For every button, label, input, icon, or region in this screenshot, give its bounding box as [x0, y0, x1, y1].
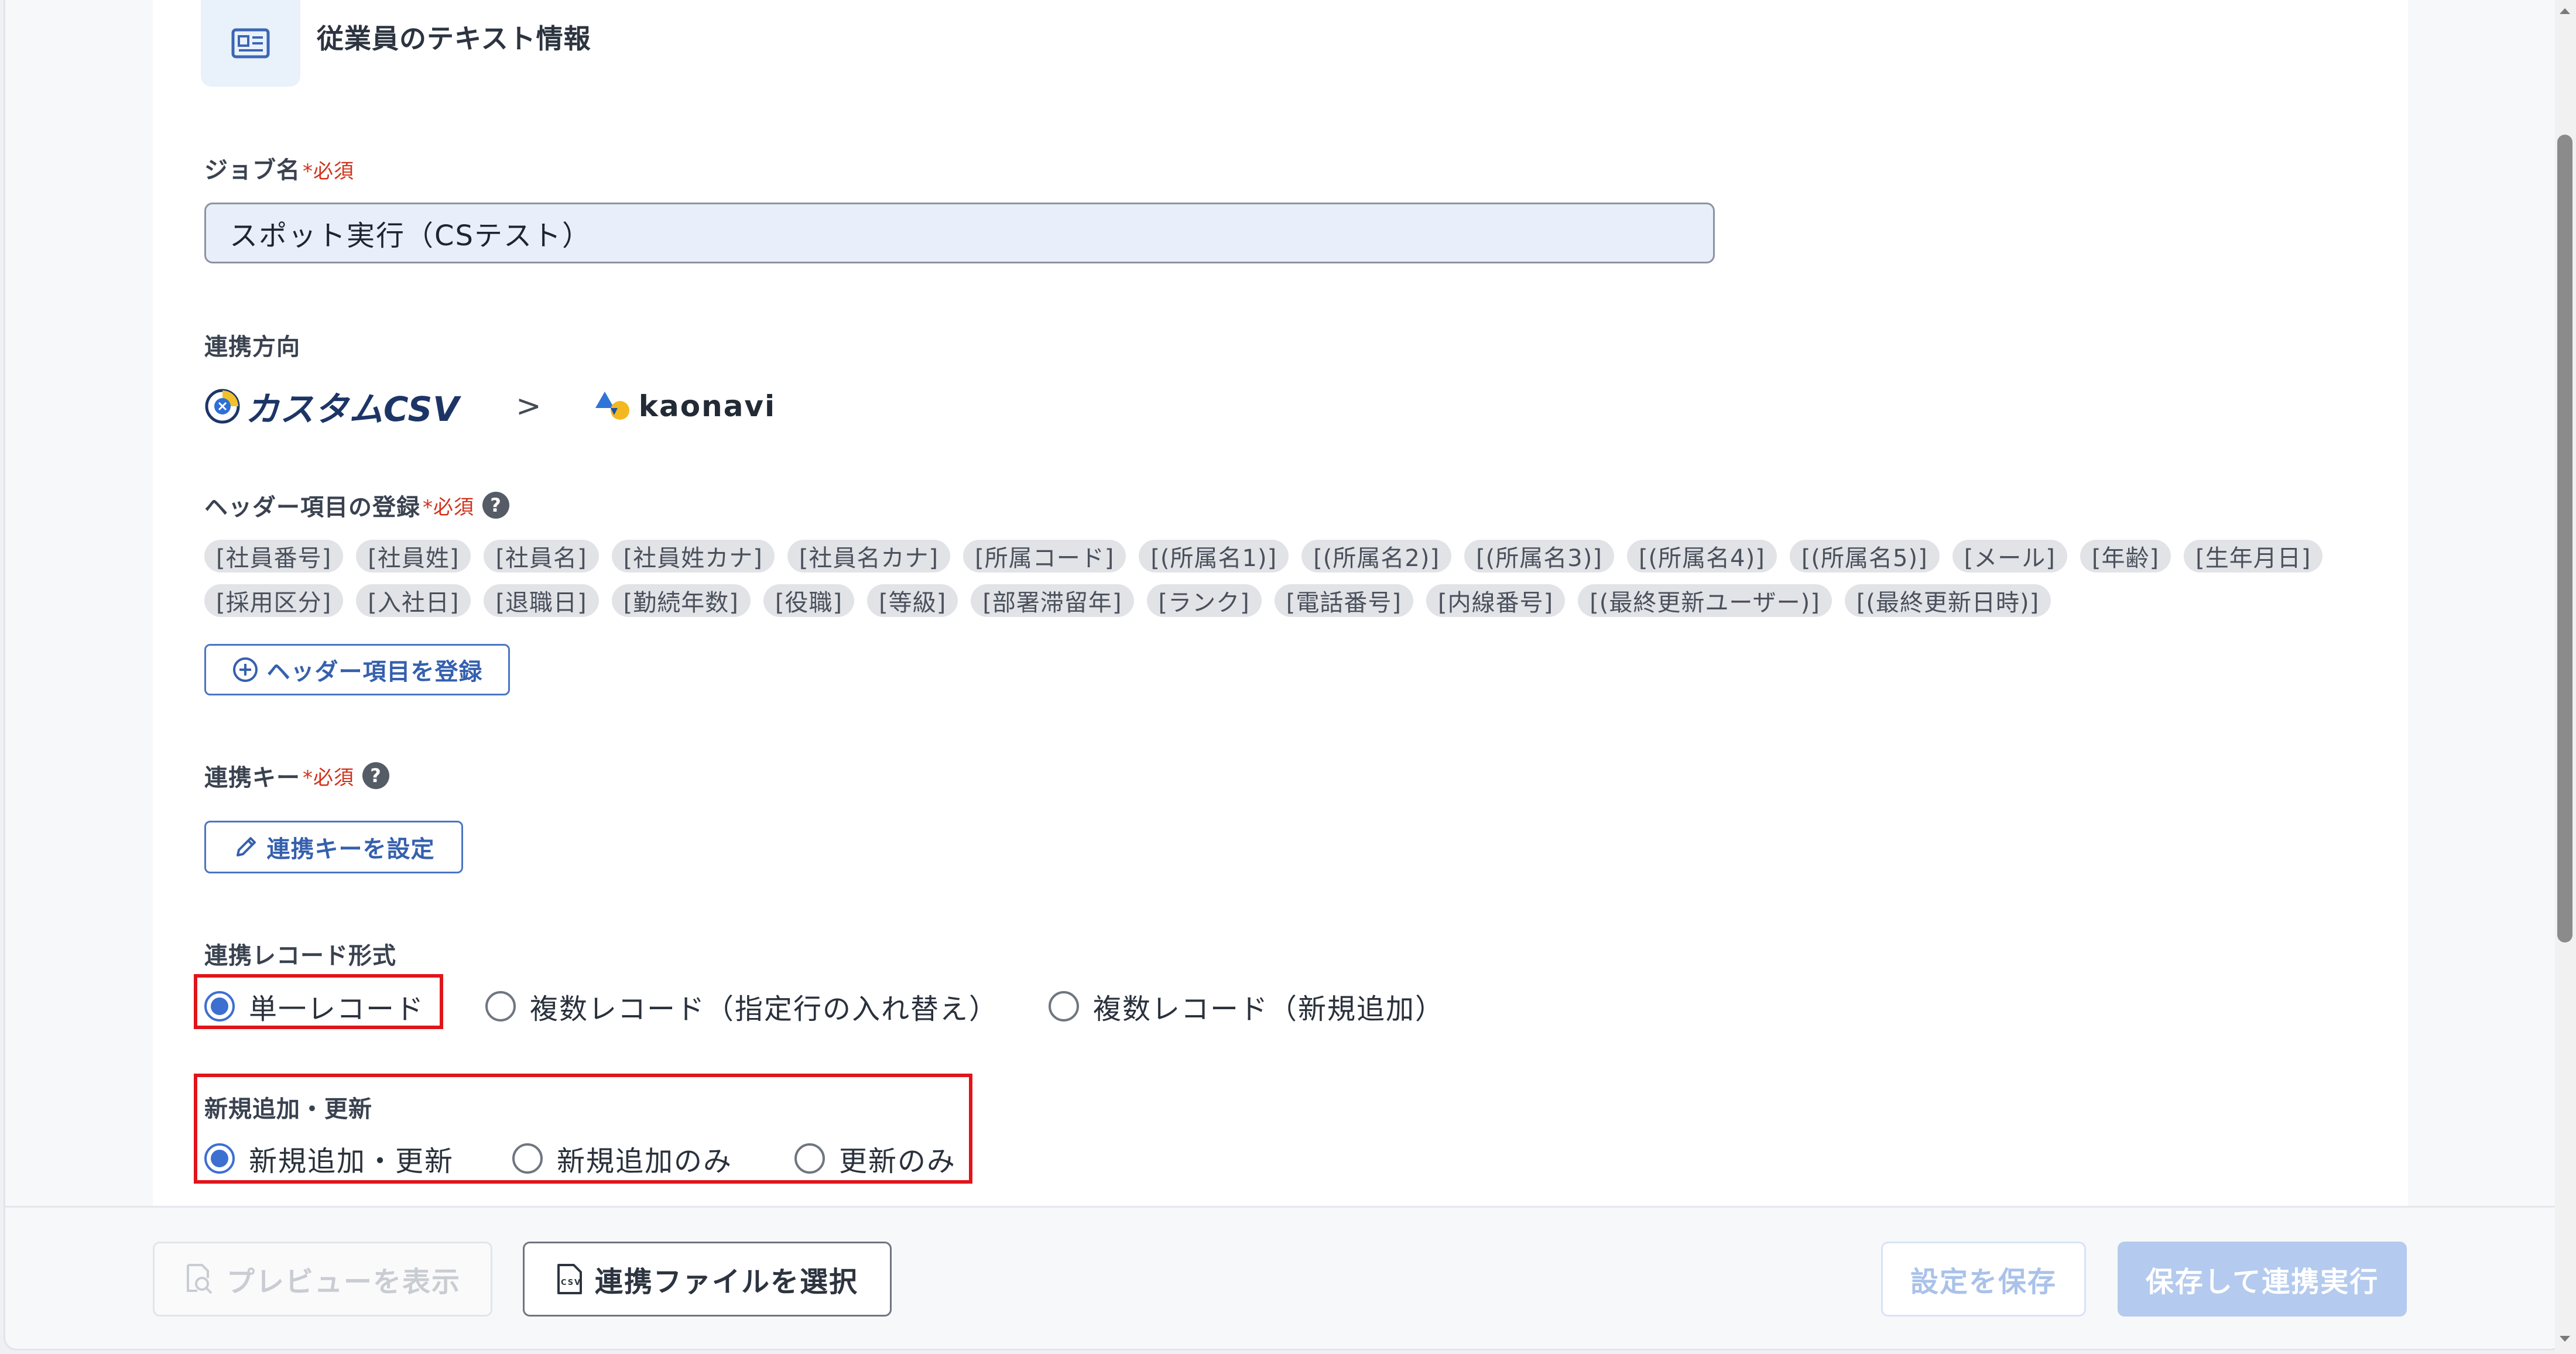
job-name-label-text: ジョブ名 [204, 157, 300, 184]
radio-label: 複数レコード（指定行の入れ替え） [530, 993, 999, 1026]
required-mark: *必須 [303, 160, 354, 183]
radio-label: 単一レコード [249, 993, 425, 1026]
header-tag: [社員姓] [356, 540, 471, 573]
scroll-down-icon[interactable] [2558, 1332, 2571, 1345]
select-file-label: 連携ファイルを選択 [594, 1266, 858, 1298]
required-mark: *必須 [303, 766, 354, 790]
header-tag: [退職日] [484, 584, 599, 617]
radio-option-add-only[interactable]: 新規追加のみ [512, 1138, 732, 1179]
header-tag: [社員名カナ] [787, 540, 951, 573]
job-name-label: ジョブ名 *必須 [204, 151, 354, 185]
radio-button[interactable] [1049, 991, 1079, 1022]
save-and-run-label: 保存して連携実行 [2145, 1266, 2379, 1298]
header-tag: [社員番号] [204, 540, 344, 573]
select-file-button[interactable]: CSV 連携ファイルを選択 [523, 1242, 892, 1317]
id-card-icon [231, 28, 270, 59]
required-mark: *必須 [423, 495, 474, 519]
header-tag: [(所属名5)] [1789, 540, 1940, 573]
radio-option-multi-add[interactable]: 複数レコード（新規追加） [1049, 986, 1444, 1027]
header-tag: [部署滞留年] [971, 584, 1134, 617]
scrollbar-thumb[interactable] [2557, 135, 2572, 942]
add-update-label: 新規追加・更新 [204, 1096, 372, 1123]
header-tag: [所属コード] [963, 540, 1126, 573]
header-tag: [年齢] [2080, 540, 2171, 573]
save-settings-button[interactable]: 設定を保存 [1881, 1242, 2086, 1317]
radio-label: 新規追加のみ [557, 1145, 733, 1178]
header-tag: [社員姓カナ] [611, 540, 775, 573]
set-key-label: 連携キーを設定 [266, 836, 435, 863]
preview-search-icon [186, 1264, 213, 1294]
header-tag: [ランク] [1146, 584, 1262, 617]
radio-option-multi-replace[interactable]: 複数レコード（指定行の入れ替え） [485, 986, 998, 1027]
kaonavi-logo-icon [595, 392, 629, 420]
set-key-button[interactable]: 連携キーを設定 [204, 821, 463, 873]
save-and-run-button[interactable]: 保存して連携実行 [2118, 1242, 2407, 1317]
radio-label: 新規追加・更新 [249, 1145, 454, 1178]
radio-option-add-update[interactable]: 新規追加・更新 [204, 1138, 454, 1179]
header-tag: [等級] [867, 584, 958, 617]
radio-label: 更新のみ [839, 1145, 957, 1178]
headers-label-text: ヘッダー項目の登録 [204, 494, 420, 521]
header-tag: [勤続年数] [611, 584, 751, 617]
header-tag: [メール] [1952, 540, 2067, 573]
header-tag: [(最終更新ユーザー)] [1578, 584, 1832, 617]
csv-file-icon: CSV [557, 1264, 582, 1294]
job-name-input[interactable]: スポット実行（CSテスト） [204, 203, 1715, 263]
header-tag: [(最終更新日時)] [1844, 584, 2051, 617]
pencil-icon [236, 837, 256, 856]
help-icon[interactable]: ? [482, 492, 509, 519]
header-tag: [(所属名4)] [1626, 540, 1777, 573]
register-header-button[interactable]: ヘッダー項目を登録 [204, 644, 510, 695]
custom-csv-logo-icon [205, 389, 240, 424]
radio-button[interactable] [512, 1143, 543, 1174]
header-icon-tile [201, 0, 300, 87]
radio-button[interactable] [204, 991, 235, 1022]
svg-text:CSV: CSV [561, 1278, 581, 1287]
action-footer: プレビューを表示 CSV 連携ファイルを選択 設定を保存 保存して連携実行 [5, 1206, 2561, 1349]
header-tag: [社員名] [484, 540, 599, 573]
settings-card: 従業員のテキスト情報 ジョブ名 *必須 スポット実行（CSテスト） 連携方向 カス… [153, 0, 2408, 1206]
header-tag: [生年月日] [2184, 540, 2323, 573]
key-label: 連携キー *必須 ? [204, 759, 389, 793]
page-title: 従業員のテキスト情報 [317, 23, 591, 54]
header-tag: [(所属名1)] [1139, 540, 1289, 573]
headers-label: ヘッダー項目の登録 *必須 ? [204, 488, 509, 522]
scroll-up-icon[interactable] [2558, 5, 2571, 18]
preview-button[interactable]: プレビューを表示 [153, 1242, 492, 1317]
key-label-text: 連携キー [204, 765, 300, 791]
header-tag: [役職] [763, 584, 855, 617]
direction-arrow: > [516, 389, 542, 424]
source-name: カスタムCSV [245, 389, 460, 429]
register-header-label: ヘッダー項目を登録 [266, 659, 483, 685]
help-icon[interactable]: ? [362, 762, 389, 789]
app-frame: 従業員のテキスト情報 ジョブ名 *必須 スポット実行（CSテスト） 連携方向 カス… [4, 0, 2563, 1350]
header-tag: [採用区分] [204, 584, 344, 617]
record-format-label: 連携レコード形式 [204, 942, 396, 969]
radio-label: 複数レコード（新規追加） [1093, 993, 1445, 1026]
header-tag: [内線番号] [1426, 584, 1566, 617]
plus-circle-icon [232, 657, 258, 682]
save-settings-label: 設定を保存 [1910, 1266, 2057, 1298]
radio-option-single-record[interactable]: 単一レコード [204, 986, 424, 1027]
radio-option-update-only[interactable]: 更新のみ [794, 1138, 956, 1179]
radio-button[interactable] [204, 1143, 235, 1174]
header-tag: [(所属名2)] [1301, 540, 1452, 573]
direction-label: 連携方向 [204, 334, 300, 361]
direction-row: カスタムCSV > kaonavi [204, 382, 776, 431]
header-tag: [電話番号] [1274, 584, 1413, 617]
header-tag: [入社日] [356, 584, 471, 617]
radio-button[interactable] [794, 1143, 825, 1174]
radio-button[interactable] [485, 991, 516, 1022]
header-tag: [(所属名3)] [1464, 540, 1614, 573]
preview-label: プレビューを表示 [226, 1266, 461, 1298]
header-tag-list: [社員番号] [社員姓] [社員名] [社員姓カナ] [社員名カナ] [所属コード] [(所… [204, 540, 2382, 617]
target-name: kaonavi [638, 389, 776, 423]
